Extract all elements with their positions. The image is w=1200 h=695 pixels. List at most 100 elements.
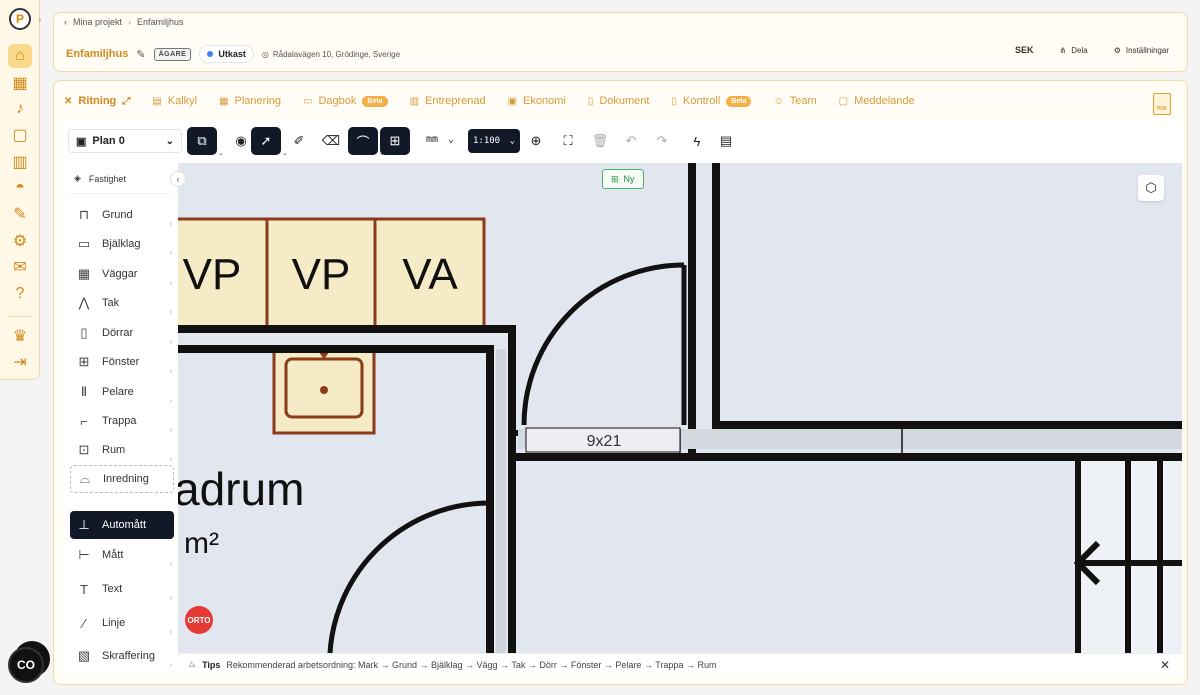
tab-label: Dagbok — [318, 95, 357, 107]
settings-button[interactable]: ⚙ Inställningar — [1114, 46, 1169, 55]
eraser-icon: ⌫ — [321, 133, 341, 148]
tool-pelare[interactable]: Ⅱ Pelare › — [70, 379, 174, 405]
scale-select[interactable]: 1:100 ⌄ — [468, 129, 520, 153]
tool-label: Inredning — [103, 473, 149, 485]
help-icon[interactable]: ? — [8, 282, 32, 306]
zoom-button[interactable]: ⊕ — [522, 127, 550, 155]
chevron-right-icon: › — [169, 339, 172, 346]
tool-skraffering[interactable]: ▧ Skraffering › — [70, 643, 174, 669]
fit-screen-button[interactable]: ⛶ — [554, 127, 582, 155]
tool-label: Fönster — [102, 356, 140, 368]
tab-ritning[interactable]: ✕ Ritning ⤢ — [64, 95, 130, 107]
bell-icon[interactable]: ♪ — [8, 97, 32, 121]
building-icon[interactable]: ▥ — [8, 150, 32, 174]
mail-icon[interactable]: ✉ — [8, 255, 32, 279]
snap-button[interactable]: ⌒⌄ — [348, 127, 385, 157]
eyedropper-icon: ✐ — [293, 133, 305, 148]
fastighet-tool[interactable]: ◈ Fastighet — [74, 173, 126, 184]
chevron-right-icon[interactable]: › — [38, 14, 41, 25]
layers-button[interactable]: ⧉ ⌄ — [187, 127, 224, 157]
tool-trappa[interactable]: ⌐ Trappa › — [70, 408, 174, 435]
app-logo[interactable]: P — [9, 8, 31, 30]
eraser-button[interactable]: ⌫ — [316, 127, 346, 155]
tab-entreprenad[interactable]: ▥ Entreprenad — [410, 95, 486, 107]
text-icon: T — [80, 581, 88, 597]
tab-meddelande[interactable]: ▢ Meddelande — [839, 95, 915, 107]
close-icon[interactable]: ✕ — [1160, 658, 1170, 672]
undo-button[interactable]: ↶ — [617, 127, 645, 155]
owner-badge: ÄGARE — [153, 47, 192, 61]
share-button[interactable]: ⋔ Dela — [1060, 46, 1088, 55]
expand-icon[interactable]: ⤢ — [122, 96, 130, 107]
pillar-icon: Ⅱ — [80, 384, 88, 399]
share-label: Dela — [1071, 45, 1088, 55]
plan-select[interactable]: ▣ Plan 0 ⌄ — [68, 129, 182, 153]
tool-text[interactable]: T Text › — [70, 576, 174, 603]
breadcrumb-parent[interactable]: Mina projekt — [73, 17, 122, 27]
tool-tak[interactable]: ⋀ Tak › — [70, 290, 174, 316]
3d-view-button[interactable]: ⬡ — [1138, 175, 1164, 201]
select-tool-button[interactable]: ➚ ⌄ — [251, 127, 288, 157]
tab-dagbok[interactable]: ▭ Dagbok Beta — [303, 95, 388, 107]
grid-icon[interactable]: ▦ — [8, 71, 32, 95]
delete-button[interactable]: 🗑 — [586, 127, 614, 155]
tab-label: Ritning — [78, 95, 117, 107]
auto-button[interactable]: ϟ — [683, 127, 711, 155]
sofa-icon: ⌓ — [79, 471, 91, 486]
chevron-down-icon: ⌄ — [509, 136, 515, 146]
helmet-icon[interactable]: ◓ — [8, 176, 32, 200]
chat-icon[interactable]: ▢ — [8, 123, 32, 147]
tab-kontroll[interactable]: ▯ Kontroll Beta — [671, 95, 752, 107]
tool-linje[interactable]: ⁄ Linje › — [70, 610, 174, 637]
tool-matt[interactable]: ⊢ Mått › — [70, 542, 174, 568]
wrench-icon[interactable]: ✎ — [8, 202, 32, 226]
settings-label: Inställningar — [1125, 45, 1169, 55]
home-icon[interactable]: ⌂ — [8, 44, 32, 68]
chevron-right-icon: › — [169, 456, 172, 463]
pdf-export-icon[interactable]: PDF — [1153, 93, 1171, 115]
chevron-right-icon: › — [169, 280, 172, 287]
status-pill[interactable]: Utkast — [199, 45, 254, 63]
tool-automatt[interactable]: ⊥ Automått — [70, 511, 174, 539]
tool-inredning[interactable]: ⌓ Inredning — [70, 465, 174, 493]
redo-icon: ↷ — [656, 133, 668, 148]
orto-toggle[interactable]: ORTO — [185, 606, 213, 634]
logout-icon[interactable]: ⇥ — [8, 350, 32, 374]
currency-selector[interactable]: SEK — [1015, 45, 1034, 55]
gear-icon[interactable]: ⚙ — [8, 229, 32, 253]
redo-button[interactable]: ↷ — [648, 127, 676, 155]
hatch-icon: ▧ — [77, 648, 91, 663]
unit-select[interactable]: mm ⌄ — [426, 134, 454, 145]
tool-bjalklag[interactable]: ▭ Bjälklag › — [70, 231, 174, 257]
cookie-consent-button[interactable]: CO — [8, 647, 44, 683]
room-icon: ⊡ — [78, 442, 90, 457]
tab-planering[interactable]: ▦ Planering — [219, 95, 281, 107]
edit-icon[interactable]: ✎ — [136, 48, 145, 61]
crown-icon[interactable]: ♛ — [8, 324, 32, 348]
tool-grund[interactable]: ⊓ Grund › — [70, 202, 174, 228]
tool-fonster[interactable]: ⊞ Fönster › — [70, 349, 174, 375]
tab-kalkyl[interactable]: ▤ Kalkyl — [152, 95, 197, 107]
new-button[interactable]: ⊞ Ny — [602, 169, 644, 189]
drawing-canvas[interactable]: VP VP VA 9x21 adrum m² ⊞ Ny ⬡ ORTO — [64, 163, 1182, 653]
door-icon: ▯ — [80, 325, 88, 340]
tab-team[interactable]: ☺ Team — [773, 95, 816, 107]
notes-button[interactable]: ▤ — [712, 127, 740, 155]
tips-bar: ♨ Tips Rekommenderad arbetsordning: Mark… — [178, 653, 1182, 675]
collapse-panel-button[interactable]: ‹ — [170, 171, 186, 187]
tool-label: Text — [102, 583, 123, 595]
fastighet-label: Fastighet — [88, 173, 126, 184]
grid-toggle-button[interactable]: ⊞ — [380, 127, 410, 155]
tool-vaggar[interactable]: ▦ Väggar › — [70, 261, 174, 287]
back-icon[interactable]: ‹ — [64, 17, 67, 27]
tool-rum[interactable]: ⊡ Rum › — [70, 437, 174, 463]
tab-dokument[interactable]: ▯ Dokument — [588, 95, 650, 107]
plus-square-icon: ⊞ — [611, 173, 619, 184]
message-icon: ▢ — [838, 95, 849, 107]
tool-dorrar[interactable]: ▯ Dörrar › — [70, 320, 174, 346]
eyedropper-button[interactable]: ✐ — [284, 127, 314, 155]
door-dimension-label: 9x21 — [587, 433, 622, 450]
beta-badge: Beta — [362, 95, 388, 107]
tab-ekonomi[interactable]: ▣ Ekonomi — [508, 95, 566, 107]
trash-icon: 🗑 — [591, 133, 609, 148]
